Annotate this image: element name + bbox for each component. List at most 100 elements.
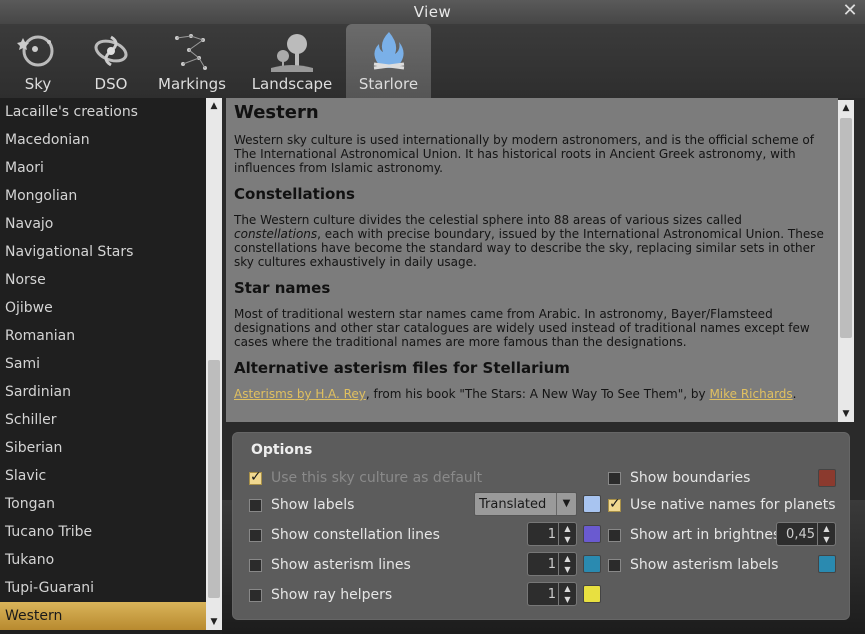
option-label: Show asterism lines xyxy=(271,557,411,573)
star-names-text: Most of traditional western star names c… xyxy=(234,307,810,349)
art-brightness-checkbox[interactable] xyxy=(608,528,621,542)
list-item[interactable]: Ojibwe xyxy=(0,294,206,322)
art-brightness-spinner[interactable]: 0,45 ▲ ▼ xyxy=(776,522,836,546)
tab-bar: Sky DSO Markings Landscape Starlore xyxy=(0,24,865,98)
scroll-down-icon[interactable]: ▼ xyxy=(838,406,854,422)
description-title: Western xyxy=(234,102,319,123)
sky-culture-list[interactable]: Lacaille's creations Macedonian Maori Mo… xyxy=(0,98,206,634)
asterism-labels-option[interactable]: Show asterism labels xyxy=(608,554,778,576)
tab-sky[interactable]: Sky xyxy=(10,24,66,98)
ray-helpers-checkbox[interactable] xyxy=(249,588,262,602)
spin-down-icon[interactable]: ▼ xyxy=(559,564,576,575)
spin-down-icon[interactable]: ▼ xyxy=(818,534,835,545)
use-default-option[interactable]: Use this sky culture as default xyxy=(249,467,482,489)
list-item[interactable]: Lacaille's creations xyxy=(0,98,206,126)
tab-dso[interactable]: DSO xyxy=(84,24,138,98)
list-item[interactable]: Sardinian xyxy=(0,378,206,406)
constellations-heading: Constellations xyxy=(234,185,355,203)
tab-starlore[interactable]: Starlore xyxy=(346,24,431,98)
use-default-checkbox[interactable] xyxy=(249,469,262,485)
list-item[interactable]: Navigational Stars xyxy=(0,238,206,266)
list-item[interactable]: Tucano Tribe xyxy=(0,518,206,546)
asterism-labels-color-swatch[interactable] xyxy=(818,555,836,573)
asterism-lines-color-swatch[interactable] xyxy=(583,555,601,573)
list-item[interactable]: Slavic xyxy=(0,462,206,490)
dso-icon xyxy=(86,27,136,75)
window-title: View xyxy=(413,3,452,21)
asterism-lines-checkbox[interactable] xyxy=(249,558,262,572)
spin-up-icon[interactable]: ▲ xyxy=(559,553,576,564)
tab-landscape[interactable]: Landscape xyxy=(248,24,336,98)
spin-up-icon[interactable]: ▲ xyxy=(559,583,576,594)
sky-culture-description: Western Western sky culture is used inte… xyxy=(226,98,838,422)
scrollbar-thumb[interactable] xyxy=(208,360,220,598)
asterism-lines-thickness-spinner[interactable]: 1 ▲ ▼ xyxy=(527,552,577,576)
options-title: Options xyxy=(251,442,313,458)
option-label: Use native names for planets xyxy=(630,497,836,513)
boundaries-color-swatch[interactable] xyxy=(818,469,836,487)
list-item-selected[interactable]: Western xyxy=(0,602,206,630)
list-item[interactable]: Maori xyxy=(0,154,206,182)
tab-label: Landscape xyxy=(251,75,333,93)
markings-icon xyxy=(167,27,217,75)
list-item[interactable]: Norse xyxy=(0,266,206,294)
spin-down-icon[interactable]: ▼ xyxy=(559,534,576,545)
list-item[interactable]: Mongolian xyxy=(0,182,206,210)
starlore-icon xyxy=(364,27,414,75)
native-names-checkbox[interactable] xyxy=(608,496,621,512)
constellations-text: The Western culture divides the celestia… xyxy=(234,213,824,269)
list-item[interactable]: Sami xyxy=(0,350,206,378)
label-style-select[interactable]: Translated ▼ xyxy=(474,492,577,516)
ray-helpers-color-swatch[interactable] xyxy=(583,585,601,603)
list-item[interactable]: Tukano xyxy=(0,546,206,574)
landscape-icon xyxy=(267,27,317,75)
list-item[interactable]: Tupi-Guarani xyxy=(0,574,206,602)
spin-up-icon[interactable]: ▲ xyxy=(559,523,576,534)
list-item[interactable]: Macedonian xyxy=(0,126,206,154)
option-label: Use this sky culture as default xyxy=(271,470,483,486)
ray-helpers-thickness-spinner[interactable]: 1 ▲ ▼ xyxy=(527,582,577,606)
constellation-lines-thickness-spinner[interactable]: 1 ▲ ▼ xyxy=(527,522,577,546)
show-boundaries-option[interactable]: Show boundaries xyxy=(608,467,750,489)
tab-label: Markings xyxy=(158,75,226,93)
sky-icon xyxy=(13,27,63,75)
labels-color-swatch[interactable] xyxy=(583,495,601,513)
asterism-text: Asterisms by H.A. Rey, from his book "Th… xyxy=(234,387,797,401)
scroll-up-icon[interactable]: ▲ xyxy=(838,100,854,116)
sky-culture-list-panel: Lacaille's creations Macedonian Maori Mo… xyxy=(0,98,222,634)
option-label: Show boundaries xyxy=(630,470,751,486)
native-names-option[interactable]: Use native names for planets xyxy=(608,494,836,516)
list-item[interactable]: Navajo xyxy=(0,210,206,238)
scroll-up-icon[interactable]: ▲ xyxy=(206,98,222,114)
constellation-lines-checkbox[interactable] xyxy=(249,528,262,542)
close-icon[interactable]: ✕ xyxy=(841,2,859,20)
mike-richards-link[interactable]: Mike Richards xyxy=(709,387,792,401)
show-boundaries-checkbox[interactable] xyxy=(608,471,621,485)
list-item[interactable]: Schiller xyxy=(0,406,206,434)
list-scrollbar[interactable]: ▲ ▼ xyxy=(206,98,222,630)
list-item[interactable]: Romanian xyxy=(0,322,206,350)
chevron-down-icon: ▼ xyxy=(556,493,576,515)
asterism-lines-option[interactable]: Show asterism lines xyxy=(249,554,411,576)
list-item[interactable]: Tongan xyxy=(0,490,206,518)
title-bar: View ✕ xyxy=(0,0,865,24)
spin-down-icon[interactable]: ▼ xyxy=(559,594,576,605)
tab-label: Starlore xyxy=(358,75,419,93)
tab-markings[interactable]: Markings xyxy=(154,24,230,98)
spin-up-icon[interactable]: ▲ xyxy=(818,523,835,534)
scroll-down-icon[interactable]: ▼ xyxy=(206,614,222,630)
art-brightness-option[interactable]: Show art in brightness xyxy=(608,524,788,546)
scrollbar-thumb[interactable] xyxy=(840,118,852,338)
asterism-labels-checkbox[interactable] xyxy=(608,558,621,572)
tab-label: Sky xyxy=(24,75,52,93)
ray-helpers-option[interactable]: Show ray helpers xyxy=(249,584,392,606)
show-labels-option[interactable]: Show labels xyxy=(249,494,354,516)
show-labels-checkbox[interactable] xyxy=(249,498,262,512)
options-panel: Options Use this sky culture as default … xyxy=(232,432,850,620)
constellation-lines-color-swatch[interactable] xyxy=(583,525,601,543)
rey-asterisms-link[interactable]: Asterisms by H.A. Rey xyxy=(234,387,366,401)
constellation-lines-option[interactable]: Show constellation lines xyxy=(249,524,440,546)
description-scrollbar[interactable]: ▲ ▼ xyxy=(838,100,854,422)
option-label: Show ray helpers xyxy=(271,587,393,603)
list-item[interactable]: Siberian xyxy=(0,434,206,462)
